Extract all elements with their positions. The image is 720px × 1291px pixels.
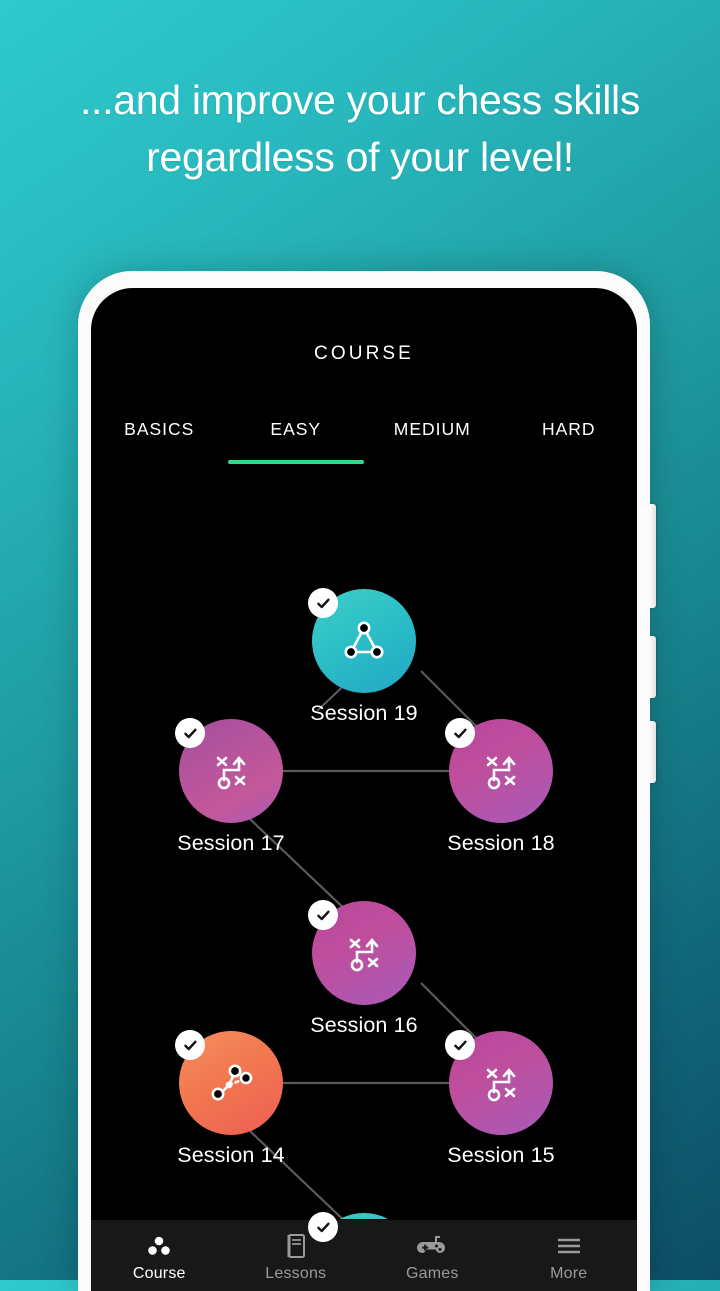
hamburger-icon bbox=[555, 1233, 583, 1259]
phone-volume-up-button[interactable] bbox=[649, 636, 656, 698]
check-icon bbox=[316, 910, 330, 920]
session-node-19[interactable]: Session 19 bbox=[308, 588, 418, 725]
tab-basics[interactable]: BASICS bbox=[91, 419, 228, 464]
tab-hard-label: HARD bbox=[541, 419, 596, 439]
session-14-completed-badge bbox=[175, 1030, 205, 1060]
phone-mockup: COURSE BASICS EASY MEDIUM HARD Session 1… bbox=[78, 271, 656, 1291]
tab-basics-label: BASICS bbox=[124, 419, 195, 439]
session-partial-completed-badge bbox=[308, 1212, 338, 1242]
screen-title: COURSE bbox=[314, 343, 414, 364]
session-map: Session 19 Session 17 Session 18 Session… bbox=[91, 483, 637, 1291]
session-19-label: Session 19 bbox=[310, 701, 418, 725]
tab-easy-label: EASY bbox=[270, 419, 322, 439]
check-icon bbox=[316, 1222, 330, 1232]
tactics-icon bbox=[216, 755, 246, 790]
gamepad-icon bbox=[417, 1233, 447, 1259]
session-16-completed-badge bbox=[308, 900, 338, 930]
session-node-18[interactable]: Session 18 bbox=[445, 718, 555, 855]
phone-power-button[interactable] bbox=[649, 504, 656, 608]
triangle-nodes-icon bbox=[344, 621, 384, 659]
phone-screen: COURSE BASICS EASY MEDIUM HARD Session 1… bbox=[91, 288, 637, 1291]
tab-hard[interactable]: HARD bbox=[501, 419, 638, 464]
session-node-16[interactable]: Session 16 bbox=[308, 900, 418, 1037]
phone-volume-down-button[interactable] bbox=[649, 721, 656, 783]
active-tab-indicator bbox=[227, 460, 364, 464]
book-icon bbox=[285, 1233, 307, 1259]
session-15-completed-badge bbox=[445, 1030, 475, 1060]
difficulty-tabs: BASICS EASY MEDIUM HARD bbox=[91, 419, 637, 464]
session-node-14[interactable]: Session 14 bbox=[175, 1030, 285, 1167]
session-19-completed-badge bbox=[308, 588, 338, 618]
nav-item-games[interactable]: Games bbox=[364, 1220, 501, 1291]
tab-medium[interactable]: MEDIUM bbox=[364, 419, 501, 464]
nav-item-more[interactable]: More bbox=[501, 1220, 638, 1291]
session-14-label: Session 14 bbox=[177, 1143, 285, 1167]
headline-line-2: regardless of your level! bbox=[146, 134, 574, 180]
check-icon bbox=[183, 728, 197, 738]
session-18-completed-badge bbox=[445, 718, 475, 748]
check-icon bbox=[453, 1040, 467, 1050]
nav-item-course[interactable]: Course bbox=[91, 1220, 228, 1291]
three-dots-icon bbox=[146, 1233, 172, 1259]
nav-item-lessons[interactable]: Lessons bbox=[228, 1220, 365, 1291]
tactics-icon bbox=[486, 1067, 516, 1102]
branch-nodes-icon bbox=[211, 1064, 253, 1101]
session-15-label: Session 15 bbox=[447, 1143, 555, 1167]
page-title: ...and improve your chess skills regardl… bbox=[0, 72, 720, 186]
tactics-icon bbox=[349, 937, 379, 972]
tactics-icon bbox=[486, 755, 516, 790]
session-17-completed-badge bbox=[175, 718, 205, 748]
headline-line-1: ...and improve your chess skills bbox=[79, 77, 641, 123]
session-node-17[interactable]: Session 17 bbox=[175, 718, 285, 855]
tab-medium-label: MEDIUM bbox=[393, 419, 471, 439]
session-18-label: Session 18 bbox=[447, 831, 555, 855]
check-icon bbox=[183, 1040, 197, 1050]
session-16-label: Session 16 bbox=[310, 1013, 418, 1037]
session-17-label: Session 17 bbox=[177, 831, 285, 855]
check-icon bbox=[316, 598, 330, 608]
tab-easy[interactable]: EASY bbox=[227, 419, 365, 464]
check-icon bbox=[453, 728, 467, 738]
session-node-15[interactable]: Session 15 bbox=[445, 1030, 555, 1167]
bottom-navigation-bar: Course Lessons Games More bbox=[91, 1219, 637, 1291]
